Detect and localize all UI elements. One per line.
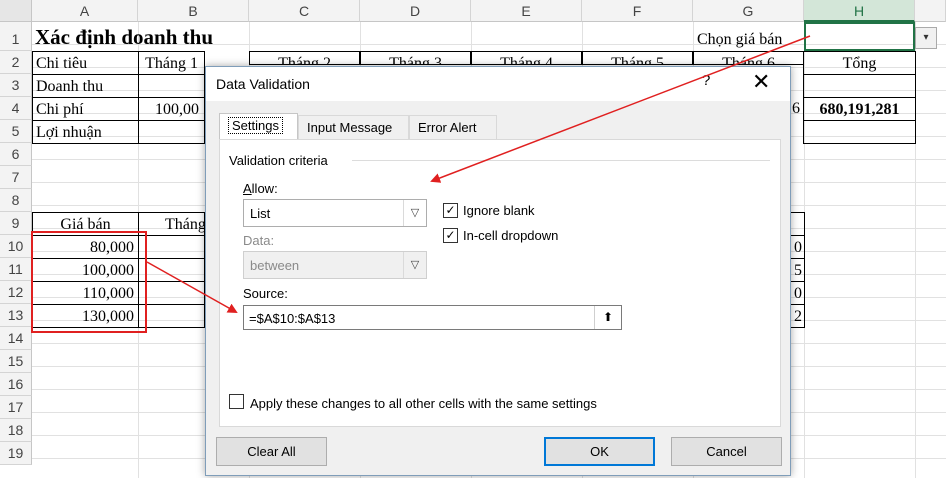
chevron-down-icon[interactable]: ▽ — [403, 200, 426, 226]
data-label: Data: — [243, 233, 275, 248]
cell-h4-total[interactable]: 680,191,281 — [803, 97, 916, 121]
column-header-h[interactable]: H — [804, 0, 915, 22]
row-header-4[interactable]: 4 — [0, 97, 32, 120]
cell-a5[interactable]: Lợi nhuận — [32, 120, 139, 144]
source-label: Source: — [243, 286, 288, 301]
in-cell-dropdown-label[interactable]: In-cell dropdown — [463, 228, 558, 243]
row-header-8[interactable]: 8 — [0, 189, 32, 212]
cell-a2[interactable]: Chi tiêu — [32, 51, 139, 75]
source-value: =$A$10:$A$13 — [249, 311, 336, 326]
tab-settings[interactable]: Settings — [219, 113, 298, 140]
cell-g2[interactable]: Tháng 6 — [693, 51, 804, 65]
settings-panel — [219, 139, 781, 427]
cell-h3[interactable] — [803, 74, 916, 98]
row-header-19[interactable]: 19 — [0, 442, 32, 465]
cell-b4[interactable]: 100,00 — [138, 97, 205, 121]
allow-select[interactable]: List ▽ — [243, 199, 427, 227]
allow-value: List — [250, 206, 271, 221]
apply-all-checkbox[interactable] — [229, 394, 244, 409]
cell-b9[interactable]: Tháng — [138, 212, 205, 236]
column-header-b[interactable]: B — [138, 0, 249, 22]
clear-all-button[interactable]: Clear All — [216, 437, 327, 466]
tab-input-message[interactable]: Input Message — [298, 115, 409, 139]
row-header-11[interactable]: 11 — [0, 258, 32, 281]
choose-price-label[interactable]: Chọn giá bán — [697, 28, 782, 51]
range-picker-icon[interactable]: ⬆ — [594, 306, 621, 329]
row-header-2[interactable]: 2 — [0, 51, 32, 74]
data-select: between ▽ — [243, 251, 427, 279]
row-header-5[interactable]: 5 — [0, 120, 32, 143]
tab-settings-label: Settings — [228, 117, 283, 134]
ok-button[interactable]: OK — [544, 437, 655, 466]
group-divider — [352, 160, 770, 161]
data-validation-dialog: Data Validation ? ✕ Settings Input Messa… — [205, 66, 791, 476]
cell-e2[interactable]: Tháng 4 — [471, 51, 582, 65]
in-cell-dropdown-checkbox[interactable]: ✓ — [443, 228, 458, 243]
cell-b11[interactable] — [138, 258, 205, 282]
column-header-c[interactable]: C — [249, 0, 360, 22]
row-header-14[interactable]: 14 — [0, 327, 32, 350]
help-button[interactable]: ? — [702, 72, 710, 89]
selected-cell-h1[interactable] — [804, 22, 915, 51]
column-header-f[interactable]: F — [582, 0, 693, 22]
column-header-i[interactable] — [915, 0, 946, 22]
sheet-title[interactable]: Xác định doanh thu — [35, 22, 213, 52]
cell-b3[interactable] — [138, 74, 205, 98]
row-header-10[interactable]: 10 — [0, 235, 32, 258]
column-header-a[interactable]: A — [32, 0, 138, 22]
row-header-17[interactable]: 17 — [0, 396, 32, 419]
cell-d2[interactable]: Tháng 3 — [360, 51, 471, 65]
ignore-blank-checkbox[interactable]: ✓ — [443, 203, 458, 218]
row-header-6[interactable]: 6 — [0, 143, 32, 166]
cell-b5[interactable] — [138, 120, 205, 144]
cell-a4[interactable]: Chi phí — [32, 97, 139, 121]
select-all-corner[interactable] — [0, 0, 32, 22]
cell-b2[interactable]: Tháng 1 — [138, 51, 205, 75]
dialog-title: Data Validation — [216, 76, 310, 92]
cancel-button[interactable]: Cancel — [671, 437, 782, 466]
allow-label: Allow: — [243, 181, 278, 196]
cell-dropdown-button[interactable]: ▾ — [915, 27, 937, 49]
cell-b13[interactable] — [138, 304, 205, 328]
cell-f2[interactable]: Tháng 5 — [582, 51, 693, 65]
close-icon[interactable]: ✕ — [752, 69, 770, 95]
cell-b10[interactable] — [138, 235, 205, 259]
dialog-titlebar[interactable]: Data Validation ? ✕ — [206, 67, 790, 101]
column-header-g[interactable]: G — [693, 0, 804, 22]
validation-criteria-label: Validation criteria — [229, 153, 328, 168]
ignore-blank-label[interactable]: Ignore blank — [463, 203, 535, 218]
price-range-highlight — [31, 231, 147, 333]
column-header-d[interactable]: D — [360, 0, 471, 22]
allow-label-text: llow: — [251, 181, 278, 196]
data-value: between — [250, 258, 300, 273]
row-header-13[interactable]: 13 — [0, 304, 32, 327]
apply-all-label[interactable]: Apply these changes to all other cells w… — [250, 396, 597, 411]
row-header-16[interactable]: 16 — [0, 373, 32, 396]
row-header-3[interactable]: 3 — [0, 74, 32, 97]
row-header-7[interactable]: 7 — [0, 166, 32, 189]
row-header-9[interactable]: 9 — [0, 212, 32, 235]
cell-h2[interactable]: Tổng — [803, 51, 916, 75]
row-header-1[interactable]: 1 — [0, 22, 32, 51]
chevron-down-icon: ▽ — [403, 252, 426, 278]
column-header-e[interactable]: E — [471, 0, 582, 22]
cell-h5[interactable] — [803, 120, 916, 144]
row-header-18[interactable]: 18 — [0, 419, 32, 442]
source-input[interactable]: =$A$10:$A$13 ⬆ — [243, 305, 622, 330]
row-header-15[interactable]: 15 — [0, 350, 32, 373]
cell-b12[interactable] — [138, 281, 205, 305]
row-header-12[interactable]: 12 — [0, 281, 32, 304]
tab-error-alert[interactable]: Error Alert — [409, 115, 497, 139]
cell-a3[interactable]: Doanh thu — [32, 74, 139, 98]
cell-c2[interactable]: Tháng 2 — [249, 51, 360, 65]
